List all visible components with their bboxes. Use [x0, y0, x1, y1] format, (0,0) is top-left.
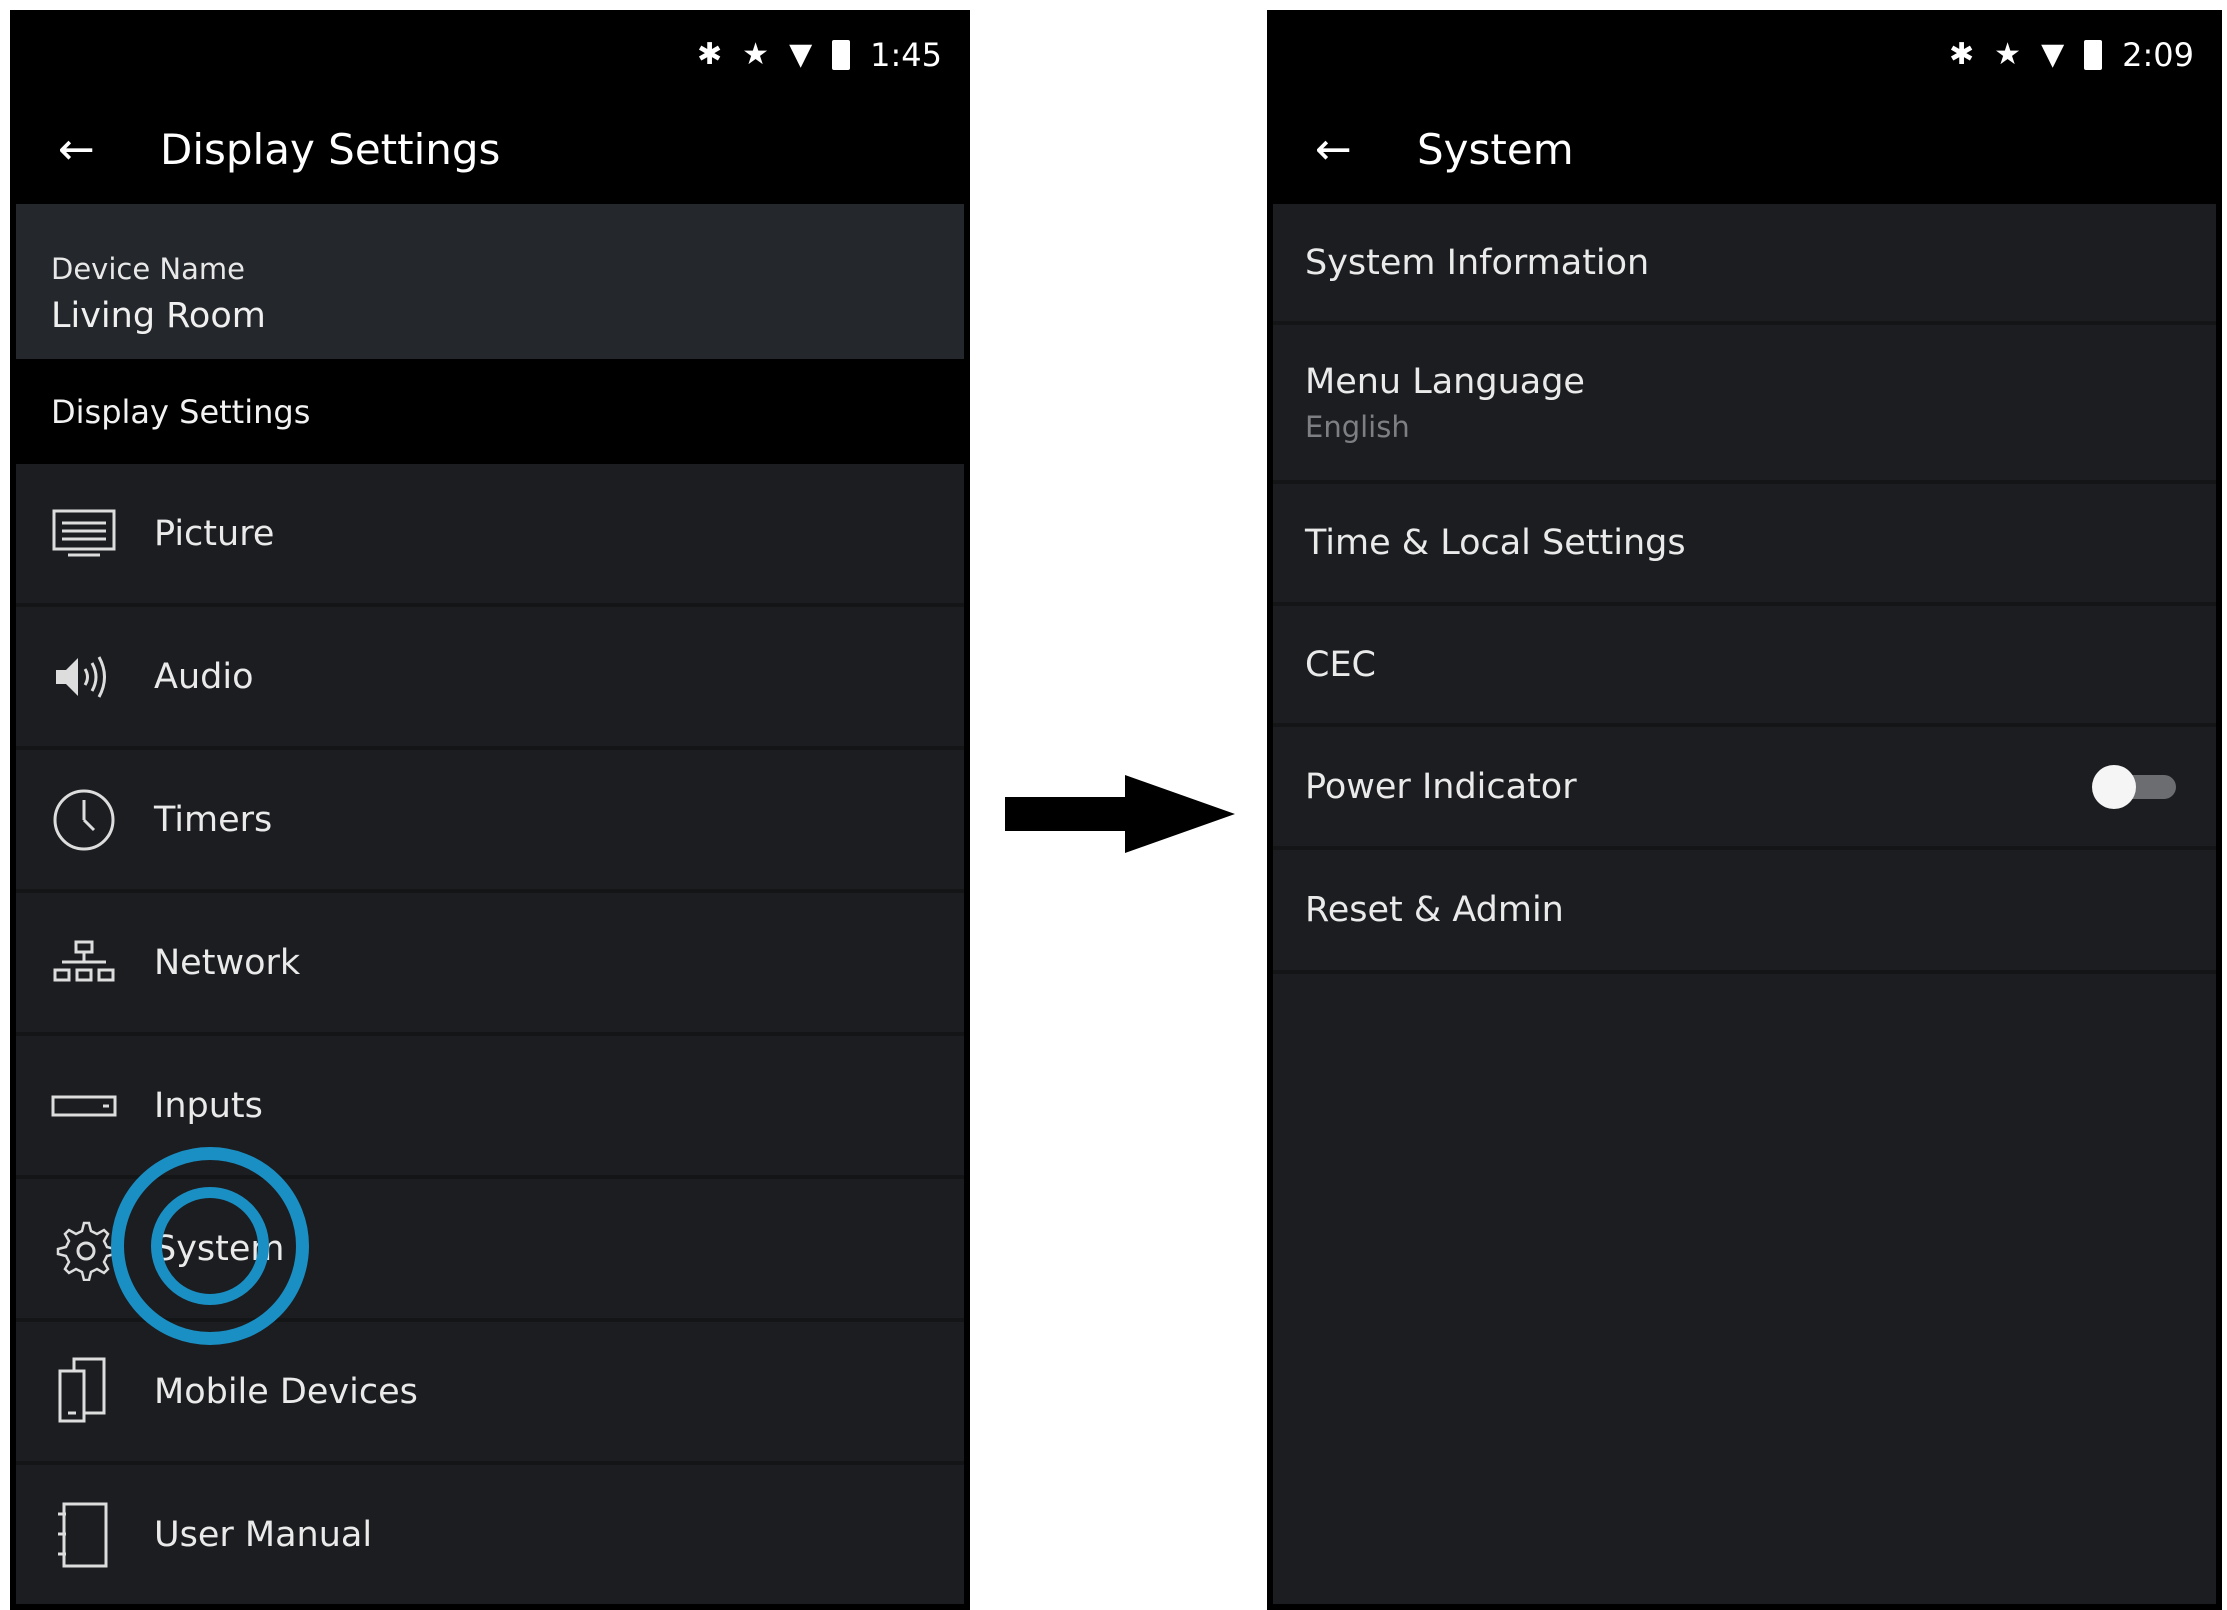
menu-item-label: Network	[154, 942, 301, 983]
menu-item-label: Power Indicator	[1305, 766, 1577, 807]
bluetooth-icon: ✱	[697, 37, 723, 72]
device-name-value: Living Room	[51, 296, 266, 336]
app-bar: ← Display Settings	[16, 94, 964, 204]
network-icon	[49, 928, 119, 998]
menu-item-mobile-devices[interactable]: Mobile Devices	[16, 1322, 964, 1465]
menu-item-audio[interactable]: Audio	[16, 607, 964, 750]
menu-item-time-local-settings[interactable]: Time & Local Settings	[1273, 484, 2216, 606]
back-arrow-icon[interactable]: ←	[58, 124, 148, 175]
battery-icon	[2084, 40, 2103, 70]
system-screen: ✱ ★ ▼ 2:09 ← System System Information M…	[1267, 10, 2222, 1610]
menu-item-label: Audio	[154, 656, 254, 697]
menu-item-system-information[interactable]: System Information	[1273, 204, 2216, 325]
menu-item-inputs[interactable]: Inputs	[16, 1036, 964, 1179]
menu-item-user-manual[interactable]: User Manual	[16, 1465, 964, 1604]
menu-item-label: System	[154, 1228, 285, 1269]
section-title: Display Settings	[16, 359, 964, 464]
bluetooth-icon: ✱	[1949, 37, 1975, 72]
wifi-icon: ▼	[789, 37, 813, 72]
menu-item-picture[interactable]: Picture	[16, 464, 964, 607]
star-icon: ★	[742, 37, 770, 72]
app-bar: ← System	[1273, 94, 2216, 204]
clock-icon	[49, 785, 119, 855]
menu-item-timers[interactable]: Timers	[16, 750, 964, 893]
speaker-icon	[49, 642, 119, 712]
picture-icon	[49, 499, 119, 569]
toggle-knob	[2092, 764, 2136, 809]
device-name-row[interactable]: Device Name Living Room	[16, 204, 964, 359]
menu-item-label: Time & Local Settings	[1305, 523, 1686, 563]
menu-language-value: English	[1305, 409, 1410, 444]
menu-item-label: CEC	[1305, 644, 1376, 685]
menu-item-label: System Information	[1305, 242, 1650, 283]
battery-icon	[832, 40, 851, 70]
right-arrow-icon	[1005, 775, 1235, 853]
wifi-icon: ▼	[2041, 37, 2065, 72]
display-settings-screen: ✱ ★ ▼ 1:45 ← Display Settings Device Nam…	[10, 10, 970, 1610]
back-arrow-icon[interactable]: ←	[1315, 124, 1405, 175]
menu-item-label: User Manual	[154, 1514, 373, 1555]
menu-item-power-indicator[interactable]: Power Indicator	[1273, 727, 2216, 850]
manual-icon	[49, 1500, 119, 1570]
menu-item-label: Reset & Admin	[1305, 890, 1564, 930]
menu-item-label: Timers	[154, 799, 273, 840]
status-time: 1:45	[870, 36, 942, 74]
star-icon: ★	[1994, 37, 2022, 72]
device-name-label: Device Name	[51, 252, 245, 286]
status-bar: ✱ ★ ▼ 2:09	[1273, 16, 2216, 94]
menu-item-system[interactable]: System	[16, 1179, 964, 1322]
page-title: System	[1417, 124, 1574, 174]
menu-item-label: Mobile Devices	[154, 1371, 418, 1412]
menu-item-label: Inputs	[154, 1085, 263, 1126]
menu-item-reset-admin[interactable]: Reset & Admin	[1273, 850, 2216, 974]
status-time: 2:09	[2122, 36, 2194, 74]
menu-item-cec[interactable]: CEC	[1273, 606, 2216, 727]
page-title: Display Settings	[160, 124, 501, 174]
menu-item-label: Picture	[154, 513, 275, 554]
menu-item-label: Menu Language	[1305, 361, 1585, 402]
menu-item-network[interactable]: Network	[16, 893, 964, 1036]
power-indicator-toggle[interactable]	[2092, 764, 2176, 809]
input-icon	[49, 1071, 119, 1141]
menu-item-menu-language[interactable]: Menu Language English	[1273, 325, 2216, 484]
status-bar: ✱ ★ ▼ 1:45	[16, 16, 964, 94]
gear-icon	[49, 1214, 119, 1284]
mobile-devices-icon	[49, 1357, 119, 1427]
